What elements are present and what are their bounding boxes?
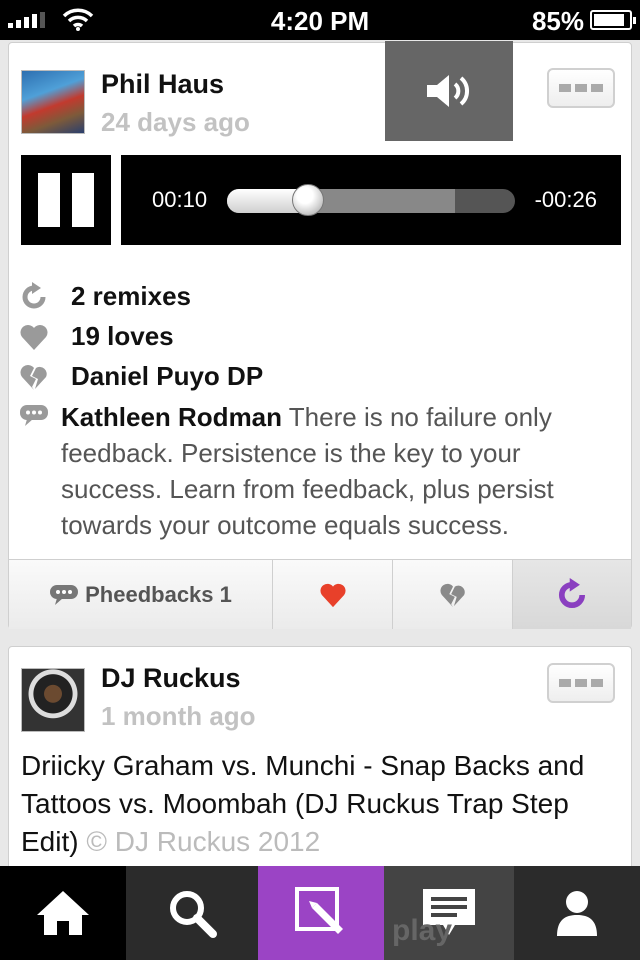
tab-ghost-text: play bbox=[392, 914, 453, 947]
audio-player: 00:10 -00:26 bbox=[121, 155, 621, 245]
remix-icon bbox=[559, 577, 586, 608]
heart-icon bbox=[319, 583, 346, 607]
broken-heart-icon bbox=[439, 583, 465, 607]
tab-home[interactable] bbox=[0, 866, 126, 960]
comment: Kathleen Rodman There is no failure only… bbox=[19, 399, 623, 543]
copyright: © DJ Ruckus 2012 bbox=[86, 826, 321, 857]
post-time: 24 days ago bbox=[101, 107, 250, 137]
elapsed-time: 00:10 bbox=[152, 187, 208, 212]
post-author[interactable]: DJ Ruckus bbox=[101, 663, 241, 694]
post-time: 1 month ago bbox=[101, 701, 256, 731]
volume-button[interactable] bbox=[385, 41, 513, 141]
broken-heart-icon bbox=[19, 362, 51, 392]
battery-icon bbox=[590, 10, 636, 30]
feedback-button[interactable]: Pheedbacks 1 bbox=[9, 560, 273, 629]
status-bar: 4:20 PM 85% bbox=[0, 0, 640, 40]
tab-messages[interactable]: play bbox=[384, 866, 514, 960]
progress-thumb[interactable] bbox=[291, 184, 324, 216]
action-bar: Pheedbacks 1 bbox=[9, 559, 631, 629]
track-title: Driicky Graham vs. Munchi - Snap Backs a… bbox=[21, 750, 585, 857]
speaker-icon bbox=[427, 75, 469, 107]
home-icon bbox=[37, 891, 89, 935]
heart-icon bbox=[19, 322, 51, 352]
love-button[interactable] bbox=[273, 560, 393, 629]
person-icon bbox=[557, 891, 597, 936]
tab-profile[interactable] bbox=[514, 866, 640, 960]
speech-bubble-icon bbox=[50, 584, 79, 605]
hate-button[interactable] bbox=[393, 560, 513, 629]
edit-icon bbox=[295, 887, 343, 934]
avatar[interactable] bbox=[21, 668, 85, 732]
remix-icon bbox=[19, 281, 51, 312]
search-icon bbox=[170, 891, 217, 938]
post-author[interactable]: Phil Haus bbox=[101, 69, 224, 100]
hater-entry[interactable]: Daniel Puyo DP bbox=[19, 361, 263, 392]
post-card: Phil Haus 24 days ago 00:10 -00:26 2 rem… bbox=[8, 41, 632, 629]
remaining-time: -00:26 bbox=[534, 187, 597, 212]
remix-count[interactable]: 2 remixes bbox=[19, 281, 191, 312]
tab-create[interactable] bbox=[258, 866, 384, 960]
battery-percent: 85% bbox=[531, 6, 584, 36]
more-options-button[interactable] bbox=[547, 663, 615, 703]
tab-search[interactable] bbox=[126, 866, 258, 960]
love-count[interactable]: 19 loves bbox=[19, 321, 174, 352]
avatar[interactable] bbox=[21, 70, 85, 134]
progress-track[interactable] bbox=[227, 189, 515, 213]
more-options-button[interactable] bbox=[547, 68, 615, 108]
pause-button[interactable] bbox=[21, 155, 111, 245]
remix-button[interactable] bbox=[513, 560, 631, 629]
tab-bar: play bbox=[0, 866, 640, 960]
comment-author[interactable]: Kathleen Rodman bbox=[61, 402, 282, 432]
speech-bubble-icon bbox=[19, 403, 49, 434]
feedback-label: Pheedbacks 1 bbox=[85, 581, 232, 607]
